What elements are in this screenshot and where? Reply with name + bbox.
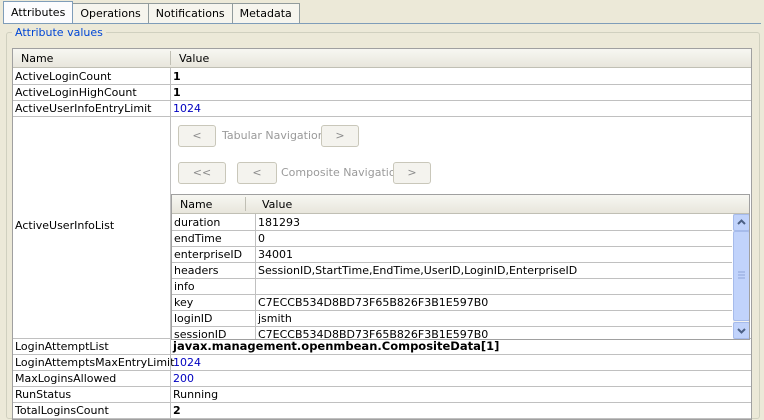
attribute-value: 1 (173, 70, 181, 83)
tab-divider (3, 23, 761, 24)
column-header-name[interactable]: Name (21, 52, 53, 65)
inner-item-value: 181293 (258, 216, 300, 229)
attribute-name: ActiveLoginCount (15, 70, 112, 83)
inner-table-row[interactable]: loginID jsmith (172, 310, 732, 327)
inner-column-header-name[interactable]: Name (180, 198, 212, 211)
inner-table-row[interactable]: info (172, 278, 732, 295)
composite-data-table: Name Value duration 181293 endTime 0 ent… (171, 194, 750, 340)
tab-operations[interactable]: Operations (72, 3, 149, 23)
table-row[interactable]: RunStatus Running (13, 386, 751, 403)
inner-item-name: duration (174, 216, 221, 229)
table-row[interactable]: ActiveLoginCount 1 (13, 68, 751, 85)
attribute-name: LoginAttemptList (15, 340, 109, 353)
inner-item-value: 0 (258, 232, 265, 245)
inner-item-value: SessionID,StartTime,EndTime,UserID,Login… (258, 264, 578, 277)
scroll-up-icon[interactable] (733, 214, 749, 231)
tab-notifications[interactable]: Notifications (147, 3, 233, 23)
tabular-navigation-label: Tabular Navigation (222, 129, 325, 142)
scroll-thumb[interactable] (733, 231, 749, 321)
composite-first-button[interactable]: << (178, 162, 226, 184)
column-header-value[interactable]: Value (179, 52, 209, 65)
attribute-value: 2 (173, 404, 181, 417)
inner-item-name: enterpriseID (174, 248, 243, 261)
attributes-table: Name Value ActiveLoginCount 1 ActiveLogi… (12, 48, 752, 420)
composite-prev-button[interactable]: < (237, 162, 277, 184)
attribute-name: MaxLoginsAllowed (15, 372, 117, 385)
composite-navigation-label: Composite Navigation (281, 166, 403, 179)
table-row[interactable]: ActiveLoginHighCount 1 (13, 84, 751, 101)
inner-table-row[interactable]: duration 181293 (172, 214, 732, 231)
inner-table-row[interactable]: endTime 0 (172, 230, 732, 247)
tab-attributes[interactable]: Attributes (3, 1, 74, 23)
tab-metadata[interactable]: Metadata (231, 3, 300, 23)
inner-item-name: key (174, 296, 194, 309)
inner-item-name: headers (174, 264, 219, 277)
inner-item-value: 34001 (258, 248, 293, 261)
attribute-value: Running (173, 388, 219, 401)
table-row[interactable]: TotalLoginsCount 2 (13, 402, 751, 419)
attribute-value: javax.management.openmbean.CompositeData… (173, 339, 500, 353)
inner-item-value: C7ECCB534D8BD73F65B826F3B1E597B0 (258, 296, 489, 309)
attribute-name: ActiveUserInfoEntryLimit (15, 102, 152, 115)
tab-bar: Attributes Operations Notifications Meta… (3, 1, 300, 23)
tabular-next-button[interactable]: > (321, 125, 359, 147)
attribute-value: 1024 (173, 356, 201, 369)
inner-column-header-value[interactable]: Value (262, 198, 292, 211)
tabular-prev-button[interactable]: < (178, 125, 216, 147)
inner-item-value: jsmith (258, 312, 292, 325)
inner-item-name: info (174, 280, 195, 293)
inner-table-row[interactable]: key C7ECCB534D8BD73F65B826F3B1E597B0 (172, 294, 732, 311)
inner-vertical-scrollbar[interactable] (733, 214, 749, 339)
inner-table-row[interactable]: headers SessionID,StartTime,EndTime,User… (172, 262, 732, 279)
attribute-value: 1024 (173, 102, 201, 115)
scroll-down-icon[interactable] (733, 322, 749, 339)
inner-item-name: loginID (174, 312, 213, 325)
attribute-value: 1 (173, 86, 181, 99)
inner-table-header: Name Value (172, 195, 749, 214)
table-row[interactable]: ActiveUserInfoEntryLimit 1024 (13, 100, 751, 117)
attribute-name: RunStatus (15, 388, 72, 401)
group-title: Attribute values (12, 26, 106, 39)
inner-item-name: endTime (174, 232, 222, 245)
inner-table-row[interactable]: enterpriseID 34001 (172, 246, 732, 263)
attribute-name: ActiveLoginHighCount (15, 86, 137, 99)
composite-next-button[interactable]: > (393, 162, 431, 184)
table-row[interactable]: LoginAttemptList javax.management.openmb… (13, 338, 751, 355)
attribute-name: TotalLoginsCount (15, 404, 109, 417)
attribute-value: 200 (173, 372, 194, 385)
attribute-name: ActiveUserInfoList (15, 219, 115, 232)
table-row[interactable]: MaxLoginsAllowed 200 (13, 370, 751, 387)
table-row[interactable]: LoginAttemptsMaxEntryLimit 1024 (13, 354, 751, 371)
table-header: Name Value (13, 49, 751, 68)
attribute-name: LoginAttemptsMaxEntryLimit (15, 356, 175, 369)
